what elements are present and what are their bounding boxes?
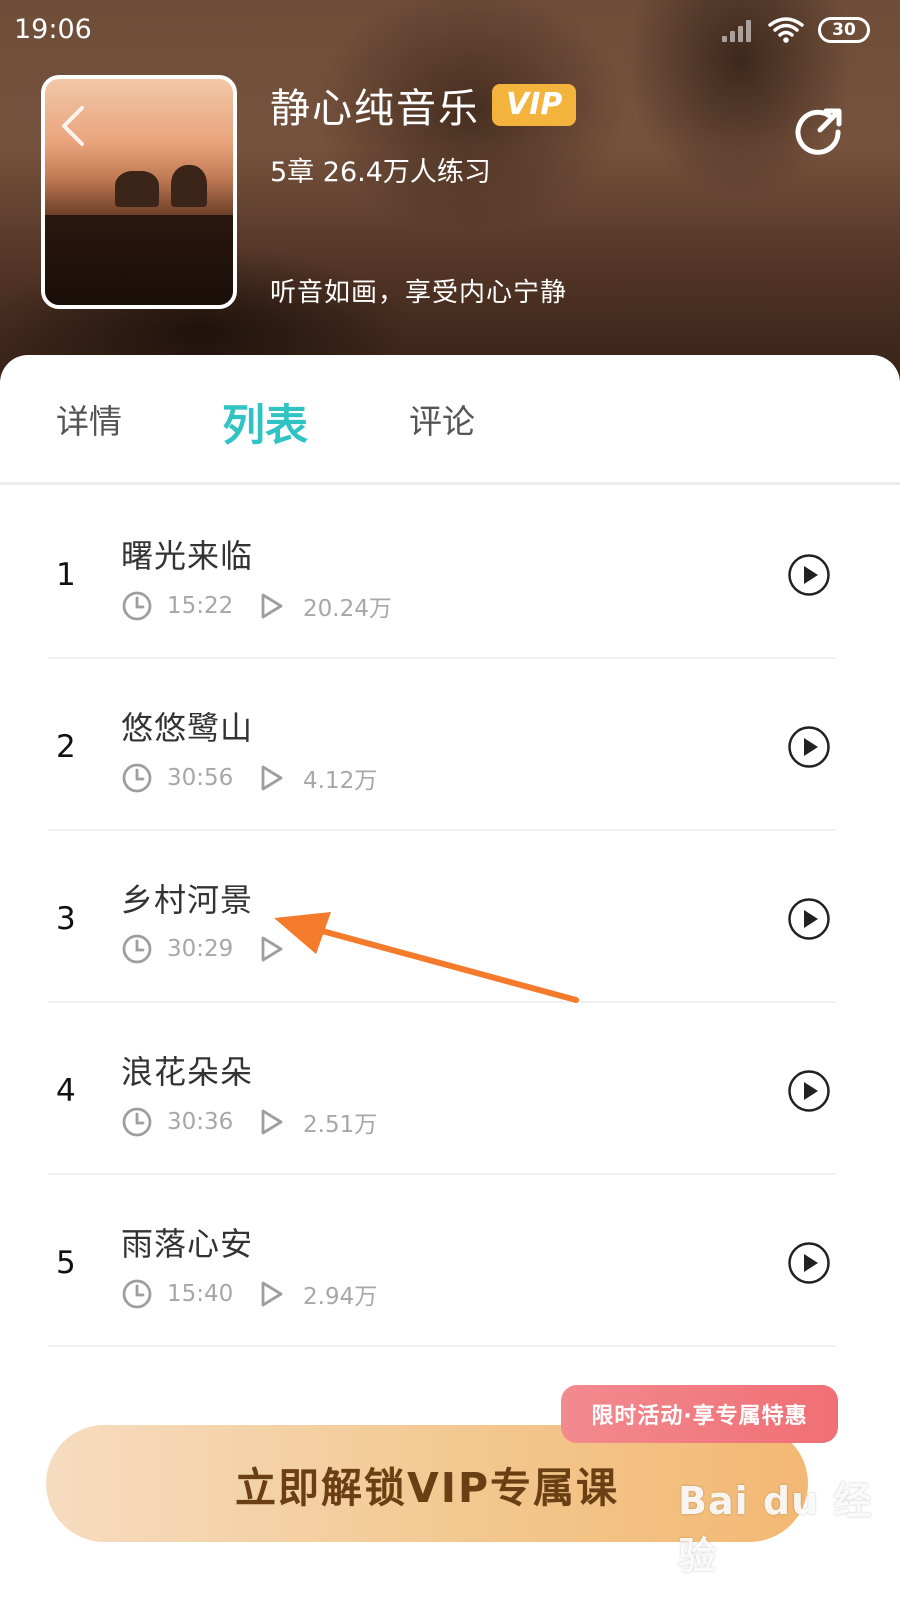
play-circle-icon[interactable] (787, 897, 831, 941)
clock-icon (122, 591, 152, 621)
track-row[interactable]: 4 浪花朵朵 30:36 2.51万 (0, 1003, 900, 1175)
track-duration: 15:22 (167, 593, 234, 619)
unlock-vip-label: 立即解锁VIP专属课 (234, 1463, 620, 1512)
play-circle-icon[interactable] (787, 553, 831, 597)
album-stats: 5章 26.4万人练习 (270, 157, 491, 188)
wifi-icon (768, 17, 804, 43)
watermark-logo: Bai du 经验 (678, 1479, 873, 1578)
track-duration: 15:40 (167, 1281, 234, 1307)
track-title: 浪花朵朵 (121, 1053, 254, 1091)
track-duration: 30:29 (167, 936, 234, 962)
promo-badge[interactable]: 限时活动·享专属特惠 (561, 1385, 838, 1443)
track-title: 雨落心安 (121, 1225, 254, 1263)
track-meta: 30:36 2.51万 (121, 1105, 377, 1139)
status-bar: 19:06 30 (0, 0, 900, 60)
track-play-count: 4.12万 (303, 768, 378, 794)
play-count-icon (261, 593, 283, 619)
track-row[interactable]: 1 曙光来临 15:22 20.24万 (0, 487, 900, 659)
tab-details[interactable]: 详情 (56, 395, 122, 443)
track-meta: 15:22 20.24万 (121, 589, 392, 623)
track-row[interactable]: 2 悠悠鹭山 30:56 4.12万 (0, 659, 900, 831)
clock-icon (122, 934, 152, 964)
battery-indicator: 30 (818, 17, 870, 43)
track-duration: 30:36 (167, 1109, 234, 1135)
clock-icon (122, 1107, 152, 1137)
play-count-icon (261, 1281, 283, 1307)
play-circle-icon[interactable] (787, 1241, 831, 1285)
track-index: 1 (56, 557, 76, 593)
share-icon[interactable] (794, 104, 846, 156)
status-icons: 30 (722, 16, 870, 44)
album-title: 静心纯音乐 (270, 86, 480, 132)
play-circle-icon[interactable] (787, 725, 831, 769)
album-tagline: 听音如画，享受内心宁静 (270, 278, 568, 308)
signal-icon (722, 18, 754, 42)
track-title: 乡村河景 (121, 881, 254, 919)
status-time: 19:06 (14, 14, 92, 45)
tab-list[interactable]: 列表 (222, 391, 308, 453)
play-count-icon (261, 1109, 283, 1135)
track-play-count: 2.94万 (303, 1284, 378, 1310)
back-icon[interactable] (58, 104, 88, 148)
tab-bar: 详情 列表 评论 (0, 355, 900, 485)
track-title: 悠悠鹭山 (121, 709, 254, 747)
track-meta: 30:56 4.12万 (121, 761, 377, 795)
track-row[interactable]: 3 乡村河景 30:29 (0, 831, 900, 1003)
track-index: 3 (56, 901, 76, 937)
track-meta: 30:29 (121, 933, 303, 965)
track-duration: 30:56 (167, 765, 234, 791)
play-count-icon (261, 936, 283, 962)
album-info: 静心纯音乐 VIP 5章 26.4万人练习 (270, 76, 577, 189)
vip-badge: VIP (492, 84, 577, 126)
track-list: 1 曙光来临 15:22 20.24万 2 悠悠鹭山 30:56 4.12万 3… (0, 487, 900, 1347)
watermark-url: jingyan.baidu.com (678, 1582, 841, 1598)
tab-comments[interactable]: 评论 (409, 395, 475, 443)
track-index: 5 (56, 1245, 76, 1281)
clock-icon (122, 1279, 152, 1309)
track-play-count: 2.51万 (303, 1112, 378, 1138)
track-play-count: 20.24万 (303, 596, 392, 622)
track-index: 4 (56, 1073, 76, 1109)
clock-icon (122, 763, 152, 793)
track-index: 2 (56, 729, 76, 765)
watermark: Bai du 经验 jingyan.baidu.com (678, 1470, 900, 1598)
play-circle-icon[interactable] (787, 1069, 831, 1113)
track-meta: 15:40 2.94万 (121, 1277, 377, 1311)
track-row[interactable]: 5 雨落心安 15:40 2.94万 (0, 1175, 900, 1347)
track-title: 曙光来临 (121, 537, 254, 575)
play-count-icon (261, 765, 283, 791)
